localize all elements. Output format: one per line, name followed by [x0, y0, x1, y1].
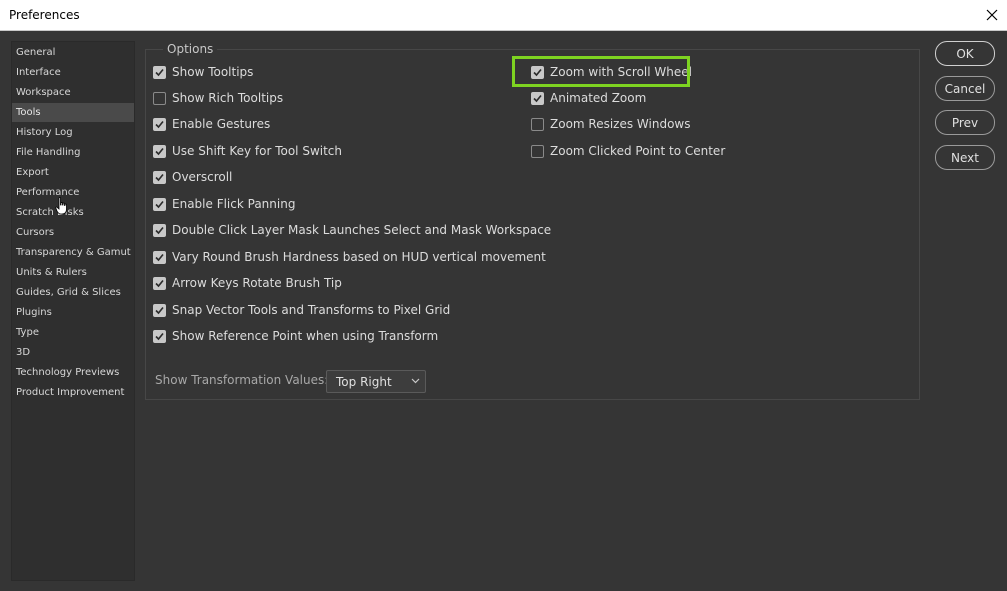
checkbox[interactable]: [153, 144, 166, 158]
transform-values-selected: Top Right: [336, 374, 392, 389]
sidebar-item-history-log[interactable]: History Log: [12, 123, 134, 142]
option-label: Show Tooltips: [172, 65, 254, 79]
sidebar-item-cursors[interactable]: Cursors: [12, 223, 134, 242]
sidebar-item-scratch-disks[interactable]: Scratch Disks: [12, 203, 134, 222]
sidebar-item-type[interactable]: Type: [12, 323, 134, 342]
option-label: Vary Round Brush Hardness based on HUD v…: [172, 250, 546, 264]
option-label: Overscroll: [172, 170, 233, 184]
checkbox[interactable]: [153, 303, 166, 317]
option-show-reference-point-when-using-transform[interactable]: Show Reference Point when using Transfor…: [153, 327, 438, 345]
options-group-label: Options: [163, 42, 218, 56]
sidebar-item-workspace[interactable]: Workspace: [12, 83, 134, 102]
checkbox[interactable]: [153, 329, 166, 343]
checkbox[interactable]: [153, 276, 166, 290]
chevron-down-icon: [411, 378, 420, 384]
highlight-annotation: [512, 56, 690, 87]
sidebar-item-transparency-gamut[interactable]: Transparency & Gamut: [12, 243, 134, 262]
sidebar-item-export[interactable]: Export: [12, 163, 134, 182]
option-double-click-layer-mask-launches-select-and-mask-workspace[interactable]: Double Click Layer Mask Launches Select …: [153, 221, 551, 239]
sidebar-item-technology-previews[interactable]: Technology Previews: [12, 363, 134, 382]
checkbox[interactable]: [531, 144, 544, 158]
checkbox[interactable]: [153, 197, 166, 211]
option-label: Double Click Layer Mask Launches Select …: [172, 223, 552, 237]
option-use-shift-key-for-tool-switch[interactable]: Use Shift Key for Tool Switch: [153, 142, 342, 160]
option-zoom-clicked-point-to-center[interactable]: Zoom Clicked Point to Center: [531, 142, 725, 160]
checkbox[interactable]: [153, 250, 166, 264]
sidebar-item-interface[interactable]: Interface: [12, 63, 134, 82]
option-overscroll[interactable]: Overscroll: [153, 168, 232, 186]
window-title: Preferences: [9, 8, 80, 22]
checkbox[interactable]: [153, 65, 166, 79]
category-sidebar: General Interface Workspace Tools History Lo…: [11, 41, 135, 581]
option-label: Show Reference Point when using Transfor…: [172, 329, 439, 343]
transform-values-select[interactable]: Top Right: [326, 370, 426, 393]
option-vary-round-brush-hardness-based-on-hud-vertical-movement[interactable]: Vary Round Brush Hardness based on HUD v…: [153, 248, 546, 266]
sidebar-item-tools[interactable]: Tools: [12, 103, 134, 122]
option-label: Enable Flick Panning: [172, 197, 296, 211]
preferences-dialog: Preferences General Interface Workspace Too…: [0, 0, 1007, 591]
checkbox[interactable]: [531, 117, 544, 131]
option-snap-vector-tools-and-transforms-to-pixel-grid[interactable]: Snap Vector Tools and Transforms to Pixe…: [153, 301, 450, 319]
checkmark-icon: [155, 200, 164, 208]
checkmark-icon: [155, 332, 164, 340]
option-label: Arrow Keys Rotate Brush Tip: [172, 276, 342, 290]
option-arrow-keys-rotate-brush-tip[interactable]: Arrow Keys Rotate Brush Tip: [153, 274, 342, 292]
checkmark-icon: [155, 68, 164, 76]
option-show-tooltips[interactable]: Show Tooltips: [153, 63, 253, 81]
option-label: Snap Vector Tools and Transforms to Pixe…: [172, 303, 451, 317]
checkmark-icon: [155, 306, 164, 314]
next-button[interactable]: Next: [935, 145, 995, 170]
option-label: Zoom Resizes Windows: [550, 117, 691, 131]
sidebar-item-units-rulers[interactable]: Units & Rulers: [12, 263, 134, 282]
checkmark-icon: [155, 253, 164, 261]
sidebar-item-guides-grid-slices[interactable]: Guides, Grid & Slices: [12, 283, 134, 302]
sidebar-item-3d[interactable]: 3D: [12, 343, 134, 362]
sidebar-item-file-handling[interactable]: File Handling: [12, 143, 134, 162]
checkbox[interactable]: [153, 223, 166, 237]
option-label: Show Rich Tooltips: [172, 91, 284, 105]
hand-cursor-icon: [55, 197, 67, 215]
checkbox[interactable]: [153, 91, 166, 105]
checkbox[interactable]: [153, 170, 166, 184]
title-bar: Preferences: [0, 0, 1007, 31]
checkmark-icon: [155, 173, 164, 181]
sidebar-item-product-improvement[interactable]: Product Improvement: [12, 383, 134, 402]
checkmark-icon: [155, 226, 164, 234]
close-icon: [986, 9, 998, 21]
sidebar-item-performance[interactable]: Performance: [12, 183, 134, 202]
option-show-rich-tooltips[interactable]: Show Rich Tooltips: [153, 89, 283, 107]
option-zoom-resizes-windows[interactable]: Zoom Resizes Windows: [531, 115, 691, 133]
option-label: Enable Gestures: [172, 117, 271, 131]
option-enable-flick-panning[interactable]: Enable Flick Panning: [153, 195, 295, 213]
prev-button[interactable]: Prev: [935, 110, 995, 135]
ok-button[interactable]: OK: [935, 41, 995, 66]
option-label: Zoom Clicked Point to Center: [550, 144, 726, 158]
sidebar-item-plugins[interactable]: Plugins: [12, 303, 134, 322]
transform-values-label: Show Transformation Values:: [155, 373, 329, 387]
checkmark-icon: [155, 120, 164, 128]
close-button[interactable]: [977, 0, 1007, 30]
option-enable-gestures[interactable]: Enable Gestures: [153, 115, 270, 133]
checkmark-icon: [155, 279, 164, 287]
checkbox[interactable]: [153, 117, 166, 131]
option-label: Animated Zoom: [550, 91, 647, 105]
cancel-button[interactable]: Cancel: [935, 76, 995, 101]
sidebar-item-general[interactable]: General: [12, 43, 134, 62]
option-animated-zoom[interactable]: Animated Zoom: [531, 89, 646, 107]
option-label: Use Shift Key for Tool Switch: [172, 144, 343, 158]
checkbox[interactable]: [531, 91, 544, 105]
checkmark-icon: [155, 147, 164, 155]
checkmark-icon: [533, 94, 542, 102]
